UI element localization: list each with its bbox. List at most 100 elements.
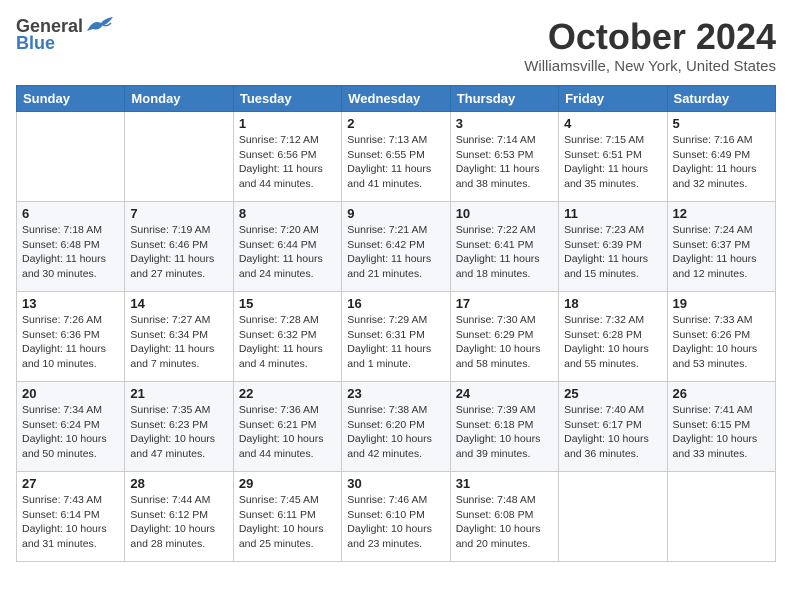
day-number: 13 — [22, 296, 119, 311]
calendar-cell: 1 Sunrise: 7:12 AMSunset: 6:56 PMDaylight… — [233, 112, 341, 202]
calendar-cell: 3Sunrise: 7:14 AMSunset: 6:53 PMDaylight… — [450, 112, 558, 202]
day-number: 22 — [239, 386, 336, 401]
header-tuesday: Tuesday — [233, 86, 341, 112]
week-row-2: 6 Sunrise: 7:18 AMSunset: 6:48 PMDaylight… — [17, 202, 776, 292]
day-detail: Sunrise: 7:35 AMSunset: 6:23 PMDaylight:… — [130, 403, 227, 462]
calendar-cell: 19 Sunrise: 7:33 AMSunset: 6:26 PMDayligh… — [667, 292, 775, 382]
day-detail: Sunrise: 7:46 AMSunset: 6:10 PMDaylight:… — [347, 493, 444, 552]
day-detail: Sunrise: 7:43 AMSunset: 6:14 PMDaylight:… — [22, 493, 119, 552]
day-detail: Sunrise: 7:36 AMSunset: 6:21 PMDaylight:… — [239, 403, 336, 462]
day-detail: Sunrise: 7:15 AMSunset: 6:51 PMDaylight:… — [564, 133, 661, 192]
day-number: 12 — [673, 206, 770, 221]
day-detail: Sunrise: 7:48 AMSunset: 6:08 PMDaylight:… — [456, 493, 553, 552]
day-detail: Sunrise: 7:45 AMSunset: 6:11 PMDaylight:… — [239, 493, 336, 552]
header-saturday: Saturday — [667, 86, 775, 112]
calendar-cell: 7 Sunrise: 7:19 AMSunset: 6:46 PMDaylight… — [125, 202, 233, 292]
day-detail: Sunrise: 7:40 AMSunset: 6:17 PMDaylight:… — [564, 403, 661, 462]
day-number: 2 — [347, 116, 444, 131]
calendar-cell — [559, 472, 667, 562]
day-detail: Sunrise: 7:44 AMSunset: 6:12 PMDaylight:… — [130, 493, 227, 552]
day-number: 4 — [564, 116, 661, 131]
logo-bird-icon — [85, 15, 115, 37]
day-number: 24 — [456, 386, 553, 401]
day-number: 11 — [564, 206, 661, 221]
day-number: 23 — [347, 386, 444, 401]
day-number: 7 — [130, 206, 227, 221]
header-sunday: Sunday — [17, 86, 125, 112]
day-number: 9 — [347, 206, 444, 221]
calendar-cell — [17, 112, 125, 202]
day-number: 21 — [130, 386, 227, 401]
day-detail: Sunrise: 7:33 AMSunset: 6:26 PMDaylight:… — [673, 313, 770, 372]
day-detail: Sunrise: 7:34 AMSunset: 6:24 PMDaylight:… — [22, 403, 119, 462]
day-number: 28 — [130, 476, 227, 491]
logo: General Blue — [16, 16, 115, 54]
week-row-4: 20 Sunrise: 7:34 AMSunset: 6:24 PMDayligh… — [17, 382, 776, 472]
calendar-cell: 10 Sunrise: 7:22 AMSunset: 6:41 PMDayligh… — [450, 202, 558, 292]
day-detail: Sunrise: 7:26 AMSunset: 6:36 PMDaylight:… — [22, 313, 119, 372]
calendar-cell: 25 Sunrise: 7:40 AMSunset: 6:17 PMDayligh… — [559, 382, 667, 472]
day-detail: Sunrise: 7:29 AMSunset: 6:31 PMDaylight:… — [347, 313, 444, 372]
header-monday: Monday — [125, 86, 233, 112]
calendar-cell — [125, 112, 233, 202]
day-number: 19 — [673, 296, 770, 311]
day-detail: Sunrise: 7:20 AMSunset: 6:44 PMDaylight:… — [239, 223, 336, 282]
calendar-cell: 16Sunrise: 7:29 AMSunset: 6:31 PMDayligh… — [342, 292, 450, 382]
day-detail: Sunrise: 7:19 AMSunset: 6:46 PMDaylight:… — [130, 223, 227, 282]
month-title: October 2024 — [524, 16, 776, 58]
day-number: 10 — [456, 206, 553, 221]
calendar-cell: 26Sunrise: 7:41 AMSunset: 6:15 PMDayligh… — [667, 382, 775, 472]
calendar-cell: 28 Sunrise: 7:44 AMSunset: 6:12 PMDayligh… — [125, 472, 233, 562]
calendar-cell: 31 Sunrise: 7:48 AMSunset: 6:08 PMDayligh… — [450, 472, 558, 562]
day-detail: Sunrise: 7:39 AMSunset: 6:18 PMDaylight:… — [456, 403, 553, 462]
day-number: 6 — [22, 206, 119, 221]
calendar-cell: 4 Sunrise: 7:15 AMSunset: 6:51 PMDaylight… — [559, 112, 667, 202]
calendar-cell: 6 Sunrise: 7:18 AMSunset: 6:48 PMDaylight… — [17, 202, 125, 292]
page-header: General Blue October 2024 Williamsville,… — [16, 16, 776, 75]
day-number: 5 — [673, 116, 770, 131]
day-detail: Sunrise: 7:28 AMSunset: 6:32 PMDaylight:… — [239, 313, 336, 372]
day-number: 18 — [564, 296, 661, 311]
header-thursday: Thursday — [450, 86, 558, 112]
calendar-cell: 2 Sunrise: 7:13 AMSunset: 6:55 PMDaylight… — [342, 112, 450, 202]
calendar-cell: 30 Sunrise: 7:46 AMSunset: 6:10 PMDayligh… — [342, 472, 450, 562]
day-number: 3 — [456, 116, 553, 131]
week-row-3: 13 Sunrise: 7:26 AMSunset: 6:36 PMDayligh… — [17, 292, 776, 382]
calendar-cell: 23Sunrise: 7:38 AMSunset: 6:20 PMDayligh… — [342, 382, 450, 472]
header-wednesday: Wednesday — [342, 86, 450, 112]
calendar-cell: 17Sunrise: 7:30 AMSunset: 6:29 PMDayligh… — [450, 292, 558, 382]
calendar-cell: 11Sunrise: 7:23 AMSunset: 6:39 PMDayligh… — [559, 202, 667, 292]
day-detail: Sunrise: 7:27 AMSunset: 6:34 PMDaylight:… — [130, 313, 227, 372]
calendar-table: SundayMondayTuesdayWednesdayThursdayFrid… — [16, 85, 776, 562]
calendar-cell: 27Sunrise: 7:43 AMSunset: 6:14 PMDayligh… — [17, 472, 125, 562]
title-block: October 2024 Williamsville, New York, Un… — [524, 16, 776, 75]
day-detail: Sunrise: 7:22 AMSunset: 6:41 PMDaylight:… — [456, 223, 553, 282]
header-friday: Friday — [559, 86, 667, 112]
calendar-cell: 13 Sunrise: 7:26 AMSunset: 6:36 PMDayligh… — [17, 292, 125, 382]
day-detail: Sunrise: 7:13 AMSunset: 6:55 PMDaylight:… — [347, 133, 444, 192]
week-row-1: 1 Sunrise: 7:12 AMSunset: 6:56 PMDaylight… — [17, 112, 776, 202]
day-number: 14 — [130, 296, 227, 311]
calendar-cell: 14 Sunrise: 7:27 AMSunset: 6:34 PMDayligh… — [125, 292, 233, 382]
day-detail: Sunrise: 7:12 AMSunset: 6:56 PMDaylight:… — [239, 133, 336, 192]
day-detail: Sunrise: 7:32 AMSunset: 6:28 PMDaylight:… — [564, 313, 661, 372]
calendar-cell: 15Sunrise: 7:28 AMSunset: 6:32 PMDayligh… — [233, 292, 341, 382]
day-number: 29 — [239, 476, 336, 491]
day-detail: Sunrise: 7:30 AMSunset: 6:29 PMDaylight:… — [456, 313, 553, 372]
day-number: 1 — [239, 116, 336, 131]
day-detail: Sunrise: 7:18 AMSunset: 6:48 PMDaylight:… — [22, 223, 119, 282]
week-row-5: 27Sunrise: 7:43 AMSunset: 6:14 PMDayligh… — [17, 472, 776, 562]
calendar-cell: 29 Sunrise: 7:45 AMSunset: 6:11 PMDayligh… — [233, 472, 341, 562]
calendar-cell: 12 Sunrise: 7:24 AMSunset: 6:37 PMDayligh… — [667, 202, 775, 292]
calendar-cell: 24 Sunrise: 7:39 AMSunset: 6:18 PMDayligh… — [450, 382, 558, 472]
day-number: 25 — [564, 386, 661, 401]
day-number: 26 — [673, 386, 770, 401]
day-number: 30 — [347, 476, 444, 491]
day-detail: Sunrise: 7:16 AMSunset: 6:49 PMDaylight:… — [673, 133, 770, 192]
calendar-cell — [667, 472, 775, 562]
calendar-cell: 20 Sunrise: 7:34 AMSunset: 6:24 PMDayligh… — [17, 382, 125, 472]
day-detail: Sunrise: 7:24 AMSunset: 6:37 PMDaylight:… — [673, 223, 770, 282]
calendar-cell: 8Sunrise: 7:20 AMSunset: 6:44 PMDaylight… — [233, 202, 341, 292]
day-number: 31 — [456, 476, 553, 491]
day-number: 20 — [22, 386, 119, 401]
